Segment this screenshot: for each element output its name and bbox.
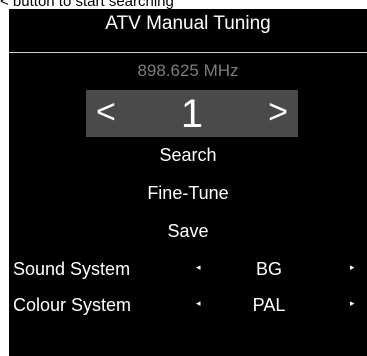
frequency-readout: 898.625 MHz [137, 61, 239, 80]
channel-number: 1 [180, 92, 204, 136]
colour-system-row[interactable]: Colour System ◂ PAL ▸ [9, 295, 367, 321]
channel-selector[interactable]: < 1 > [86, 90, 298, 137]
colour-system-value: PAL [252, 295, 286, 315]
sound-system-row[interactable]: Sound System ◂ BG ▸ [9, 259, 367, 285]
search-button[interactable]: Search [9, 145, 367, 166]
colour-system-right-icon[interactable]: ▸ [350, 298, 355, 309]
sound-system-label: Sound System [13, 259, 131, 279]
sound-system-value: BG [255, 259, 282, 279]
colour-system-label: Colour System [13, 295, 132, 315]
sound-system-left-icon[interactable]: ◂ [196, 262, 201, 273]
atv-manual-tuning-panel: ATV Manual Tuning 898.625 MHz < 1 > Sear… [9, 9, 367, 356]
fine-tune-button[interactable]: Fine-Tune [9, 183, 367, 204]
screen: < button to start searching ATV Manual T… [0, 0, 367, 356]
channel-next-icon[interactable]: > [268, 93, 288, 131]
save-button[interactable]: Save [9, 221, 367, 242]
sound-system-right-icon[interactable]: ▸ [350, 262, 355, 273]
title-divider [9, 52, 367, 53]
panel-title: ATV Manual Tuning [105, 13, 271, 34]
colour-system-left-icon[interactable]: ◂ [196, 298, 201, 309]
